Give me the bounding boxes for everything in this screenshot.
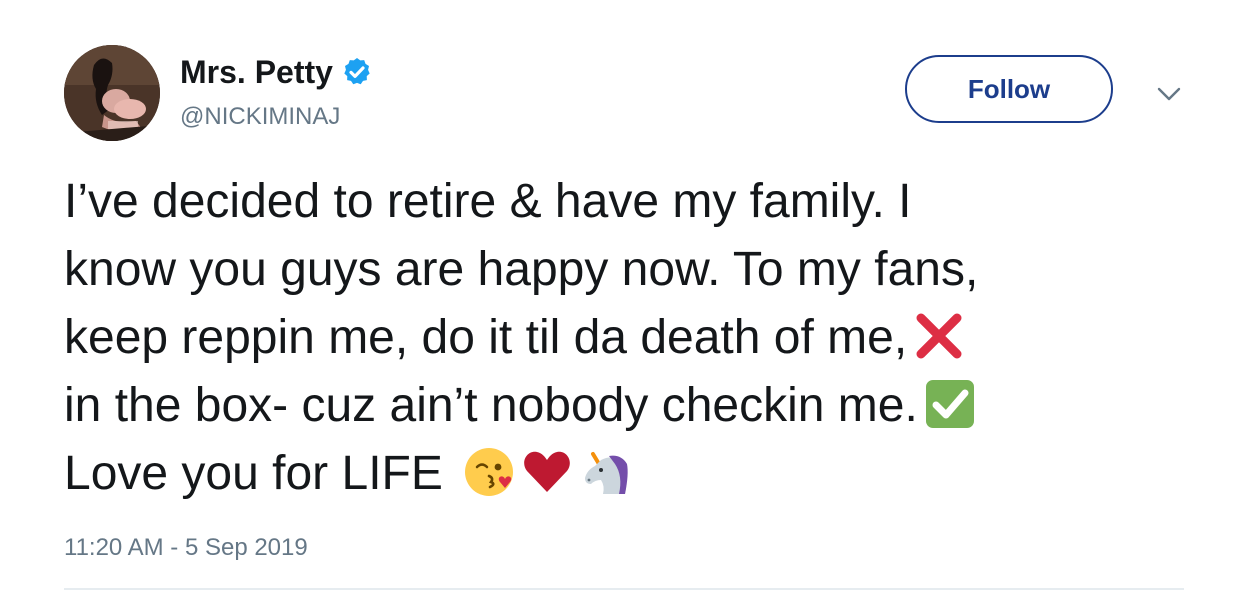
tweet-line-text: Love you for LIFE: [64, 447, 443, 500]
check-mark-button-emoji-icon: [924, 378, 976, 430]
unicorn-emoji-icon: [579, 446, 631, 498]
tweet-line-text: in the box- cuz ain’t nobody checkin me.: [64, 379, 918, 432]
tweet-line: I’ve decided to retire & have my family.…: [64, 168, 1184, 236]
face-blowing-kiss-emoji-icon: [463, 446, 515, 498]
follow-button[interactable]: Follow: [905, 55, 1113, 123]
tweet-line-text: I’ve decided to retire & have my family.…: [64, 175, 912, 228]
red-heart-emoji-icon: [521, 446, 573, 498]
chevron-down-icon[interactable]: [1155, 84, 1183, 104]
avatar-image: [64, 45, 160, 141]
tweet-card: Mrs. Petty @NICKIMINAJ Follow I’ve decid…: [0, 0, 1235, 591]
tweet-line: Love you for LIFE: [64, 440, 1184, 508]
tweet-line: keep reppin me, do it til da death of me…: [64, 304, 1184, 372]
tweet-line: know you guys are happy now. To my fans,: [64, 236, 1184, 304]
user-name-row: Mrs. Petty: [180, 53, 373, 91]
tweet-line-text: keep reppin me, do it til da death of me…: [64, 311, 908, 364]
display-name[interactable]: Mrs. Petty: [180, 53, 333, 91]
divider: [64, 588, 1184, 590]
verified-badge-icon: [344, 58, 370, 85]
tweet-line: in the box- cuz ain’t nobody checkin me.: [64, 372, 1184, 440]
tweet-line-text: know you guys are happy now. To my fans,: [64, 243, 979, 296]
user-handle[interactable]: @NICKIMINAJ: [180, 102, 340, 132]
tweet-text: I’ve decided to retire & have my family.…: [64, 168, 1184, 508]
avatar[interactable]: [64, 45, 160, 141]
tweet-timestamp[interactable]: 11:20 AM - 5 Sep 2019: [64, 533, 308, 563]
cross-mark-emoji-icon: [913, 310, 965, 362]
